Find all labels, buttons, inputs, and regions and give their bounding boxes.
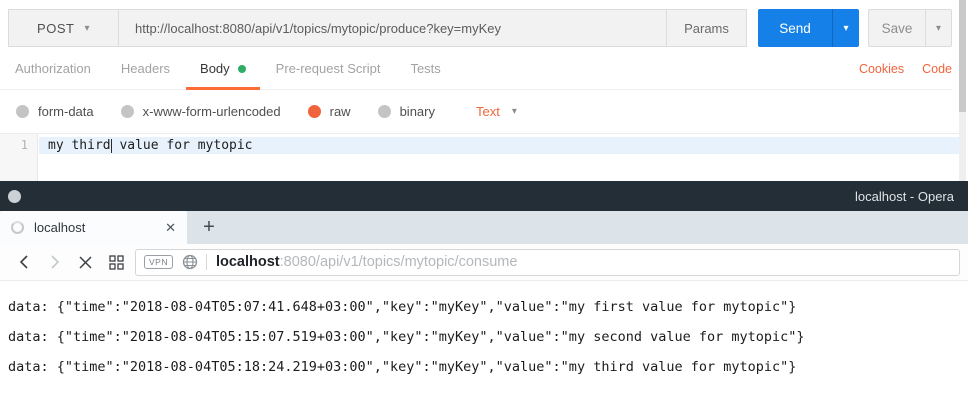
favicon-loading-icon — [11, 221, 24, 234]
code-link[interactable]: Code — [922, 62, 952, 76]
send-button[interactable]: Send — [758, 9, 832, 47]
request-links: Cookies Code — [859, 62, 952, 76]
chevron-down-icon: ▾ — [84, 23, 90, 34]
editor-gutter: 1 — [0, 134, 38, 181]
body-has-content-dot — [238, 65, 246, 73]
tab-authorization[interactable]: Authorization — [15, 48, 91, 90]
radio-icon — [378, 105, 391, 118]
chevron-down-icon: ▾ — [512, 106, 517, 117]
radio-selected-icon — [308, 105, 321, 118]
scrollbar-thumb[interactable] — [959, 0, 966, 112]
address-path: :8080/api/v1/topics/mytopic/consume — [280, 254, 518, 270]
address-host: localhost — [216, 254, 280, 270]
request-tabs: Authorization Headers Body Pre-request S… — [0, 48, 952, 90]
sse-data-line: data: {"time":"2018-08-04T05:15:07.519+0… — [8, 322, 968, 352]
screen: POST ▾ Params Send ▾ Save ▾ Authorizatio… — [0, 0, 968, 403]
body-type-x-www-form-urlencoded[interactable]: x-www-form-urlencoded — [121, 104, 281, 119]
opera-titlebar: localhost - Opera — [0, 181, 968, 211]
tab-tests[interactable]: Tests — [410, 48, 440, 90]
request-bar: POST ▾ Params Send ▾ Save ▾ — [8, 9, 952, 47]
sse-data-line: data: {"time":"2018-08-04T05:07:41.648+0… — [8, 292, 968, 322]
tab-title: localhost — [34, 220, 85, 235]
vpn-badge[interactable]: VPN — [144, 255, 173, 269]
body-editor[interactable]: 1 my third value for mytopic — [0, 133, 960, 181]
window-title: localhost - Opera — [855, 189, 954, 204]
tab-strip: localhost ✕ + — [0, 211, 968, 244]
tab-body[interactable]: Body — [200, 48, 246, 90]
tab-pre-request-script[interactable]: Pre-request Script — [276, 48, 381, 90]
chevron-left-icon — [19, 254, 29, 270]
method-dropdown[interactable]: POST ▾ — [9, 10, 119, 46]
opera-menu-icon[interactable] — [8, 190, 21, 203]
body-type-row: form-data x-www-form-urlencoded raw bina… — [0, 90, 952, 133]
new-tab-button[interactable]: + — [187, 211, 231, 244]
postman-window: POST ▾ Params Send ▾ Save ▾ Authorizatio… — [0, 0, 968, 181]
params-button[interactable]: Params — [666, 10, 746, 46]
tab-headers[interactable]: Headers — [121, 48, 170, 90]
body-type-form-data[interactable]: form-data — [16, 104, 94, 119]
line-number: 1 — [21, 138, 28, 152]
radio-icon — [121, 105, 134, 118]
save-group: Save ▾ — [868, 9, 952, 47]
chevron-right-icon — [50, 254, 60, 270]
format-dropdown[interactable]: Text ▾ — [476, 104, 517, 119]
postman-scrollbar[interactable] — [959, 0, 966, 181]
body-type-raw[interactable]: raw — [308, 104, 351, 119]
sse-data-line: data: {"time":"2018-08-04T05:18:24.219+0… — [8, 352, 968, 382]
close-tab-icon[interactable]: ✕ — [165, 220, 176, 236]
browser-tab-localhost[interactable]: localhost ✕ — [0, 211, 187, 244]
editor-active-line[interactable]: my third value for mytopic — [39, 137, 960, 154]
globe-icon[interactable] — [182, 254, 198, 270]
speed-dial-button[interactable] — [101, 247, 132, 277]
browser-toolbar: VPN localhost :8080/api/v1/topics/mytopi… — [0, 244, 968, 281]
body-type-binary[interactable]: binary — [378, 104, 435, 119]
url-group: POST ▾ Params — [8, 9, 747, 47]
forward-button[interactable] — [39, 247, 70, 277]
method-label: POST — [37, 21, 74, 36]
address-bar[interactable]: VPN localhost :8080/api/v1/topics/mytopi… — [135, 249, 960, 276]
page-content: data: {"time":"2018-08-04T05:07:41.648+0… — [0, 281, 968, 382]
back-button[interactable] — [8, 247, 39, 277]
radio-icon — [16, 105, 29, 118]
url-input[interactable] — [119, 10, 666, 46]
save-button[interactable]: Save — [869, 10, 925, 46]
opera-window: localhost - Opera localhost ✕ + — [0, 181, 968, 403]
cookies-link[interactable]: Cookies — [859, 62, 904, 76]
save-dropdown-button[interactable]: ▾ — [925, 10, 951, 46]
grid-icon — [109, 255, 124, 270]
stop-button[interactable] — [70, 247, 101, 277]
send-group: Send ▾ — [758, 9, 859, 47]
address-separator — [206, 254, 207, 270]
chevron-down-icon: ▾ — [936, 23, 941, 34]
stop-x-icon — [79, 256, 92, 269]
send-dropdown-button[interactable]: ▾ — [832, 9, 859, 47]
